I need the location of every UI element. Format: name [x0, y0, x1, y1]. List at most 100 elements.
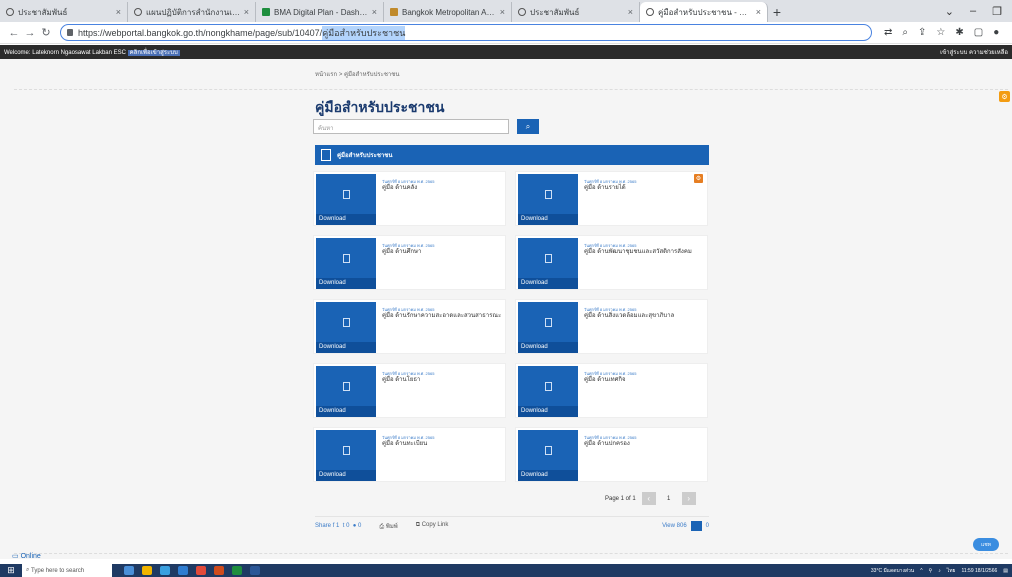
print-button[interactable]: ⎙ พิมพ์ — [379, 521, 397, 531]
close-tab-icon[interactable]: × — [500, 7, 505, 17]
online-indicator[interactable]: ▭ Online — [12, 552, 41, 560]
file-thumbnail[interactable] — [518, 302, 578, 342]
card-title[interactable]: คู่มือ ด้านพัฒนาชุมชนและสวัสดิการสังคม — [584, 248, 704, 256]
file-thumbnail[interactable] — [518, 366, 578, 406]
download-button[interactable]: Download — [316, 470, 376, 481]
forward-button[interactable]: → — [22, 27, 38, 39]
tray-chevron-icon[interactable]: ^ — [920, 568, 922, 574]
close-tab-icon[interactable]: × — [372, 7, 377, 17]
close-tab-icon[interactable]: × — [628, 7, 633, 17]
file-thumbnail[interactable] — [316, 366, 376, 406]
download-button[interactable]: Download — [518, 406, 578, 417]
file-thumbnail[interactable] — [316, 302, 376, 342]
back-button[interactable]: ← — [6, 27, 22, 39]
volume-icon[interactable]: ♪ — [938, 568, 941, 574]
download-button[interactable]: Download — [316, 214, 376, 225]
powerpoint-icon[interactable] — [214, 566, 224, 575]
taskbar-search[interactable]: ⌕ Type here to search — [22, 564, 112, 577]
prev-page-button[interactable]: ‹ — [641, 492, 656, 505]
manual-card[interactable]: Download วันศุกร์ที่ 8 มกราคม พ.ศ. 2565 คู… — [515, 171, 708, 226]
star-icon[interactable]: ☆ — [936, 27, 945, 38]
file-thumbnail[interactable] — [518, 238, 578, 278]
download-button[interactable]: Download — [518, 342, 578, 353]
restore-button[interactable]: ❐ — [992, 5, 1002, 18]
close-tab-icon[interactable]: × — [244, 7, 249, 17]
facebook-icon[interactable]: f — [333, 523, 335, 529]
file-thumbnail[interactable] — [316, 238, 376, 278]
settings-icon[interactable]: ⚙ — [999, 91, 1010, 102]
browser-tab[interactable]: ประชาสัมพันธ์ × — [0, 2, 128, 22]
close-tab-icon[interactable]: × — [756, 7, 761, 17]
file-thumbnail[interactable] — [316, 174, 376, 214]
download-button[interactable]: Download — [316, 342, 376, 353]
card-title[interactable]: คู่มือ ด้านโยธา — [382, 376, 502, 384]
card-title[interactable]: คู่มือ ด้านรายได้ — [584, 184, 704, 192]
search-button[interactable]: ⌕ — [517, 119, 539, 134]
card-title[interactable]: คู่มือ ด้านปกครอง — [584, 440, 704, 448]
translate-icon[interactable]: ⇄ — [884, 27, 892, 38]
next-page-button[interactable]: › — [681, 492, 696, 505]
sidebar-icon[interactable]: ▢ — [974, 27, 983, 38]
tab-search-icon[interactable]: ⌄ — [945, 5, 954, 18]
card-title[interactable]: คู่มือ ด้านทะเบียน — [382, 440, 502, 448]
chrome-icon[interactable] — [196, 566, 206, 575]
bookmark-right[interactable]: เข้าสู่ระบบ ความช่วยเหลือ — [940, 47, 1008, 57]
twitter-icon[interactable]: t — [343, 523, 345, 529]
manual-card[interactable]: Download วันศุกร์ที่ 8 มกราคม พ.ศ. 2565 คู… — [313, 171, 506, 226]
manual-card[interactable]: Download วันศุกร์ที่ 8 มกราคม พ.ศ. 2565 คู… — [515, 427, 708, 482]
file-explorer-icon[interactable] — [142, 566, 152, 575]
language-indicator[interactable]: ไทย — [947, 567, 956, 575]
excel-icon[interactable] — [232, 566, 242, 575]
windows-start-icon[interactable]: ⊞ — [0, 564, 22, 577]
gear-icon[interactable]: ⚙ — [694, 174, 703, 183]
address-bar[interactable]: https://webportal.bangkok.go.th/nongkham… — [60, 24, 872, 41]
browser-tab[interactable]: แผนปฏิบัติการสำนักงานเขต × — [128, 2, 256, 22]
card-title[interactable]: คู่มือ ด้านเทศกิจ — [584, 376, 704, 384]
word-icon[interactable] — [250, 566, 260, 575]
file-thumbnail[interactable] — [518, 430, 578, 470]
profile-icon[interactable]: ● — [993, 27, 999, 38]
card-title[interactable]: คู่มือ ด้านรักษาความสะอาดและสวนสาธารณะ — [382, 312, 502, 320]
edge-icon[interactable] — [160, 566, 170, 575]
download-button[interactable]: Download — [518, 470, 578, 481]
browser-tab[interactable]: Bangkok Metropolitan Administr× — [384, 2, 512, 22]
file-thumbnail[interactable] — [316, 430, 376, 470]
share-icon[interactable]: ⇪ — [918, 27, 926, 38]
browser-tab[interactable]: ประชาสัมพันธ์ × — [512, 2, 640, 22]
browser-tab[interactable]: คู่มือสำหรับประชาชน - สำนักงานเขต× — [640, 2, 768, 22]
login-link[interactable]: คลิกเพื่อเข้าสู่ระบบ — [127, 50, 180, 56]
copy-link-button[interactable]: ⧉ Copy Link — [416, 522, 449, 529]
new-tab-button[interactable]: + — [768, 2, 786, 22]
browser-tab[interactable]: BMA Digital Plan - Dashboard× — [256, 2, 384, 22]
chat-button[interactable]: แชท — [973, 538, 999, 551]
manual-card[interactable]: Download วันศุกร์ที่ 8 มกราคม พ.ศ. 2565 คู… — [515, 235, 708, 290]
close-tab-icon[interactable]: × — [116, 7, 121, 17]
search-input[interactable]: ค้นหา — [313, 119, 509, 134]
manual-card[interactable]: Download วันศุกร์ที่ 8 มกราคม พ.ศ. 2565 คู… — [515, 363, 708, 418]
manual-card[interactable]: Download วันศุกร์ที่ 8 มกราคม พ.ศ. 2565 คู… — [313, 427, 506, 482]
card-title[interactable]: คู่มือ ด้านศึกษา — [382, 248, 502, 256]
like-icon[interactable] — [690, 520, 702, 531]
card-title[interactable]: คู่มือ ด้านสิ่งแวดล้อมและสุขาภิบาล — [584, 312, 704, 320]
clock[interactable]: 11:59 18/1/2566 — [961, 568, 997, 574]
breadcrumb[interactable]: หน้าแรก > คู่มือสำหรับประชาชน — [315, 69, 399, 79]
minimize-button[interactable]: – — [970, 5, 976, 17]
network-icon[interactable]: ⚲ — [929, 568, 933, 574]
page-number[interactable]: 1 — [662, 492, 676, 505]
download-button[interactable]: Download — [518, 278, 578, 289]
reload-button[interactable]: ↻ — [38, 26, 54, 39]
download-button[interactable]: Download — [518, 214, 578, 225]
notification-icon[interactable]: ▤ — [1003, 568, 1008, 574]
zoom-icon[interactable]: ⌕ — [902, 27, 908, 38]
extensions-icon[interactable]: ✱ — [955, 27, 963, 38]
store-icon[interactable] — [178, 566, 188, 575]
file-thumbnail[interactable] — [518, 174, 578, 214]
manual-card[interactable]: Download วันศุกร์ที่ 8 มกราคม พ.ศ. 2565 คู… — [313, 299, 506, 354]
line-icon[interactable]: ● — [353, 523, 357, 529]
card-title[interactable]: คู่มือ ด้านคลัง — [382, 184, 502, 192]
manual-card[interactable]: Download วันศุกร์ที่ 8 มกราคม พ.ศ. 2565 คู… — [313, 363, 506, 418]
manual-card[interactable]: Download วันศุกร์ที่ 8 มกราคม พ.ศ. 2565 คู… — [313, 235, 506, 290]
download-button[interactable]: Download — [316, 406, 376, 417]
task-view-icon[interactable] — [124, 566, 134, 575]
weather-text[interactable]: 33°C มีแดดบางส่วน — [871, 567, 914, 575]
